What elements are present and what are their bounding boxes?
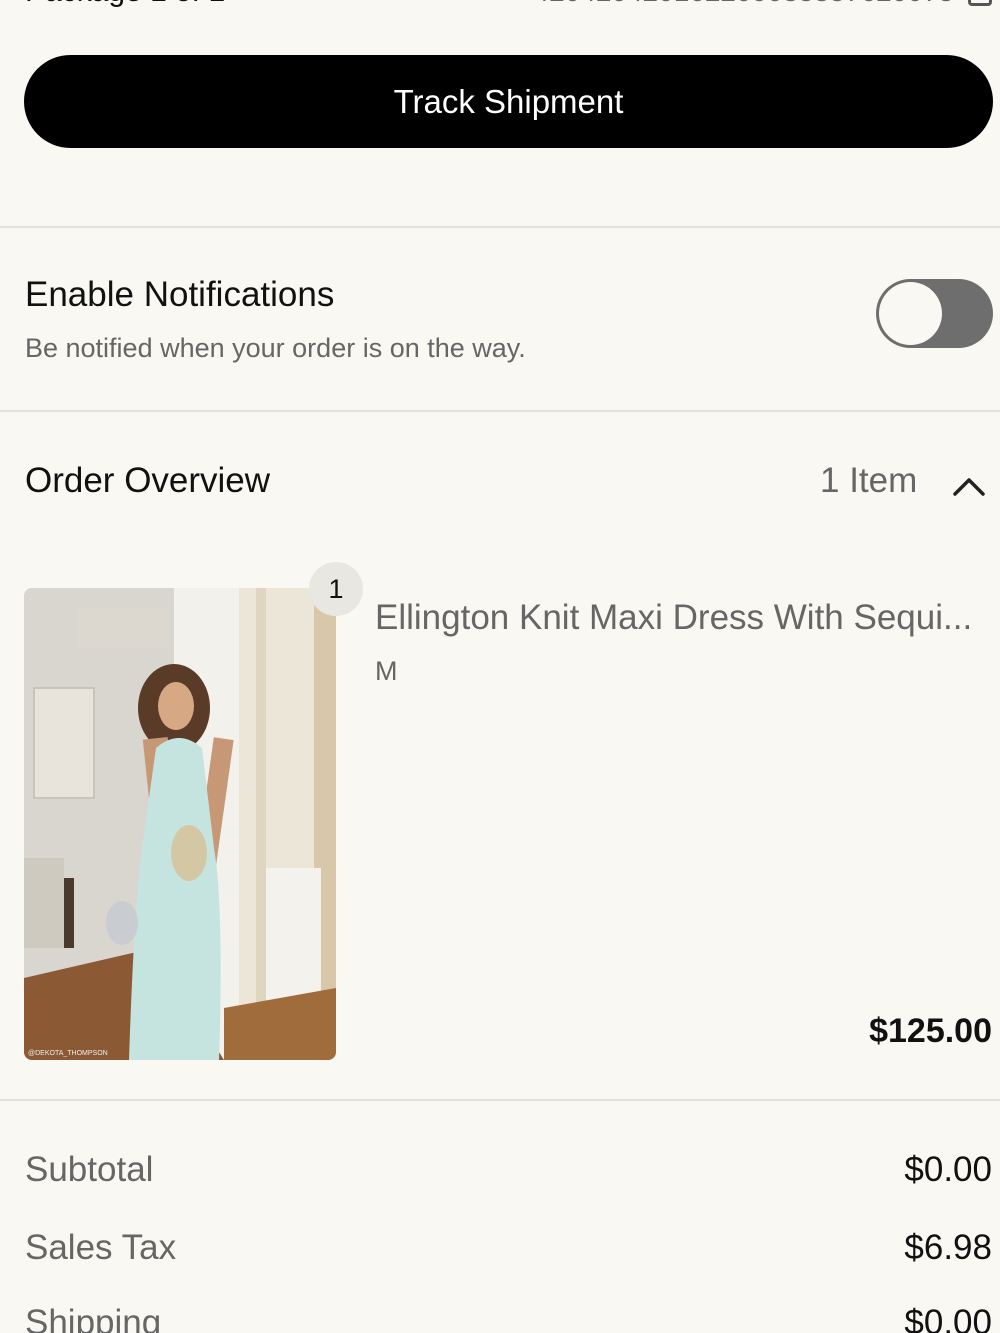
- track-shipment-label: Track Shipment: [393, 82, 624, 120]
- tracking-number: 420420420162200033337620075: [534, 0, 992, 8]
- copy-icon[interactable]: [968, 0, 992, 6]
- sales-tax-label: Sales Tax: [25, 1228, 177, 1267]
- package-label: Package 1 of 1: [25, 0, 225, 9]
- divider: [0, 1099, 1000, 1101]
- chevron-up-icon[interactable]: [951, 468, 987, 504]
- track-shipment-button[interactable]: Track Shipment: [24, 55, 993, 148]
- subtotal-label: Subtotal: [25, 1150, 154, 1189]
- product-name[interactable]: Ellington Knit Maxi Dress With Sequi...: [375, 598, 995, 638]
- tracking-number-text: 420420420162200033337620075: [534, 0, 954, 8]
- subtotal-value: $0.00: [904, 1150, 992, 1189]
- notifications-title: Enable Notifications: [25, 275, 335, 314]
- product-size: M: [375, 656, 398, 686]
- photo-credit: @DEKOTA_THOMPSON: [28, 1050, 108, 1057]
- divider: [0, 226, 1000, 228]
- sales-tax-value: $6.98: [904, 1228, 992, 1267]
- quantity-badge: 1: [309, 562, 363, 616]
- divider: [0, 410, 1000, 412]
- notifications-subtitle: Be notified when your order is on the wa…: [25, 333, 526, 363]
- order-details-page: Package 1 of 1 4204204201622000333376200…: [0, 0, 1000, 1333]
- notifications-toggle[interactable]: [876, 279, 993, 348]
- product-price: $125.00: [869, 1012, 992, 1050]
- toggle-knob: [879, 282, 942, 345]
- shipping-value: $0.00: [904, 1303, 992, 1333]
- package-row: Package 1 of 1 4204204201622000333376200…: [25, 0, 992, 12]
- shipping-label: Shipping: [25, 1303, 162, 1333]
- order-overview-title: Order Overview: [25, 461, 271, 500]
- product-image[interactable]: @DEKOTA_THOMPSON: [24, 588, 336, 1060]
- item-count: 1 Item: [820, 461, 918, 500]
